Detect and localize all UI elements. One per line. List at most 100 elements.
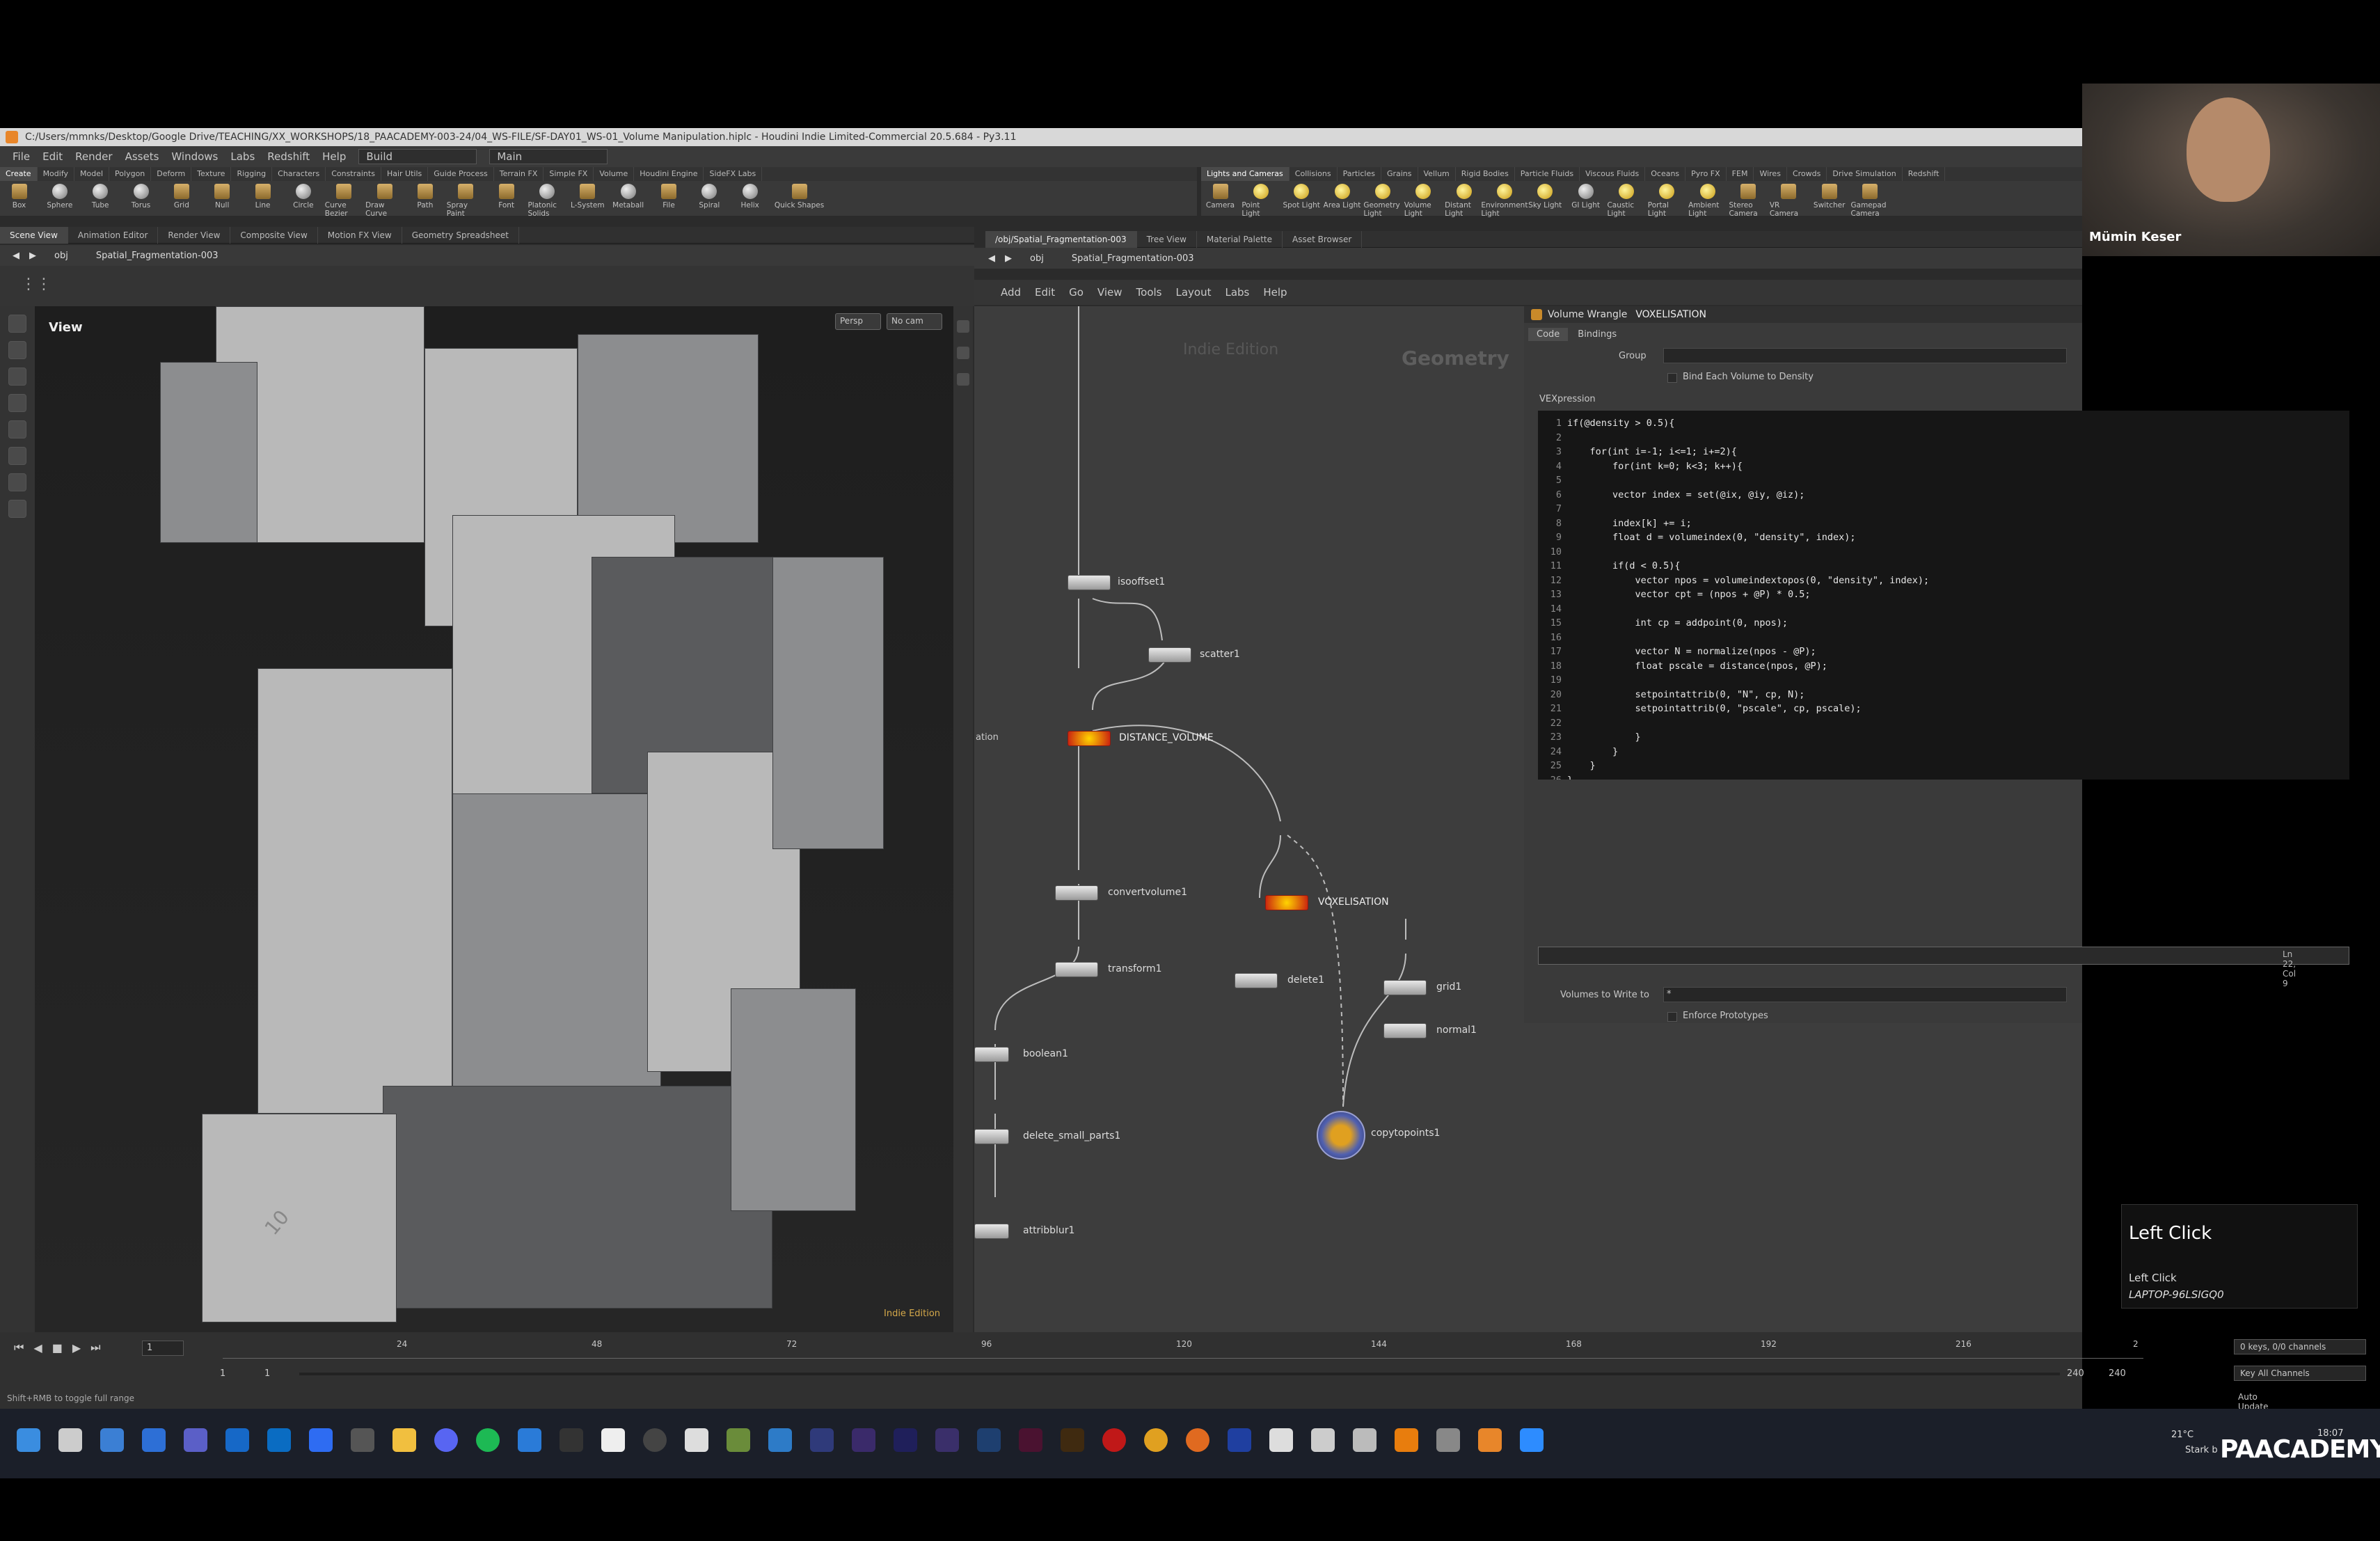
back-arrow-icon[interactable]: ◀ (988, 253, 995, 264)
net-menu-go[interactable]: Go (1069, 286, 1084, 299)
grid-menu-icon[interactable]: ⋮⋮ (21, 276, 51, 293)
node-voxelisation[interactable] (1265, 895, 1308, 910)
tool-area-light[interactable]: Area Light (1323, 181, 1361, 210)
scale-tool-icon[interactable] (8, 394, 26, 412)
range-end[interactable]: 240 (2067, 1368, 2084, 1379)
node-distance-volume[interactable] (1068, 731, 1111, 746)
premiere-icon[interactable] (935, 1428, 959, 1452)
tool-stereo-camera[interactable]: Stereo Camera (1729, 181, 1767, 218)
shelf-tab[interactable]: Rigid Bodies (1456, 167, 1515, 181)
tool-environment-light[interactable]: Environment Light (1481, 181, 1528, 218)
shading-icon[interactable] (957, 373, 969, 386)
node-transform[interactable] (1055, 962, 1098, 977)
shelf-tab[interactable]: Wires (1754, 167, 1787, 181)
key-all-channels-menu[interactable]: Key All Channels (2234, 1366, 2366, 1381)
zoom-icon[interactable] (1520, 1428, 1544, 1452)
app-icon[interactable] (601, 1428, 625, 1452)
group-field[interactable] (1663, 348, 2067, 363)
vex-code-editor[interactable]: 1 2 3 4 5 6 7 8 9 10 11 12 13 14 15 16 17 18 19 20 21 22 23 24 2… (1538, 411, 2349, 780)
shelf-tab[interactable]: Create (0, 167, 38, 181)
tab-asset-browser[interactable]: Asset Browser (1283, 230, 1363, 248)
range-start-2[interactable]: 1 (264, 1368, 270, 1379)
shelf-tab[interactable]: Lights and Cameras (1201, 167, 1290, 181)
app-icon[interactable] (643, 1428, 667, 1452)
camera-menu[interactable]: No cam (887, 313, 942, 330)
task-view-icon[interactable] (58, 1428, 82, 1452)
shelf-tab[interactable]: Polygon (109, 167, 152, 181)
tool-box[interactable]: Box (0, 181, 38, 210)
tab-tree-view[interactable]: Tree View (1137, 230, 1197, 248)
node-attribblur[interactable] (974, 1224, 1009, 1239)
network-editor[interactable]: Indie Edition Geometry ation isooffset1 … (974, 306, 1524, 1332)
chrome-icon[interactable] (1144, 1428, 1168, 1452)
tool-grid[interactable]: Grid (162, 181, 200, 210)
app-icon[interactable] (685, 1428, 708, 1452)
tool-quick-shapes[interactable]: Quick Shapes (772, 181, 827, 210)
app-icon[interactable] (727, 1428, 750, 1452)
tool-spray-paint[interactable]: Spray Paint (447, 181, 485, 218)
tool-volume-light[interactable]: Volume Light (1404, 181, 1443, 218)
path-node[interactable]: Spatial_Fragmentation-003 (96, 251, 219, 261)
shelf-tab[interactable]: Characters (272, 167, 326, 181)
volumes-to-write-field[interactable]: * (1663, 987, 2067, 1002)
tool-sky-light[interactable]: Sky Light (1526, 181, 1564, 210)
node-scatter[interactable] (1148, 647, 1191, 663)
file-explorer-icon[interactable] (392, 1428, 416, 1452)
menu-windows[interactable]: Windows (171, 150, 218, 163)
tool-path[interactable]: Path (406, 181, 444, 210)
shelf-tab[interactable]: Oceans (1645, 167, 1686, 181)
tool-torus[interactable]: Torus (122, 181, 160, 210)
menu-labs[interactable]: Labs (230, 150, 255, 163)
node-copytopoints[interactable] (1317, 1111, 1365, 1160)
after-effects-icon[interactable] (894, 1428, 917, 1452)
network-select[interactable]: Main (489, 149, 608, 164)
menu-help[interactable]: Help (322, 150, 346, 163)
tool-curve-bezier[interactable]: Curve Bezier (325, 181, 363, 218)
net-menu-edit[interactable]: Edit (1035, 286, 1055, 299)
outlook-new-icon[interactable] (267, 1428, 291, 1452)
houdini-icon[interactable] (1478, 1428, 1502, 1452)
select-tool-icon[interactable] (8, 315, 26, 333)
shelf-tab[interactable]: Collisions (1290, 167, 1338, 181)
enforce-prototypes-checkbox[interactable] (1667, 1012, 1677, 1022)
range-start[interactable]: 1 (220, 1368, 225, 1379)
tab-geometry-spreadsheet[interactable]: Geometry Spreadsheet (402, 226, 519, 244)
shelf-tab[interactable]: Viscous Fluids (1580, 167, 1646, 181)
node-normal[interactable] (1383, 1023, 1427, 1038)
shelf-tab[interactable]: Drive Simulation (1827, 167, 1903, 181)
shelf-tab[interactable]: Volume (594, 167, 635, 181)
current-frame-field[interactable]: 1 (142, 1341, 184, 1356)
first-frame-icon[interactable]: ⏮ (14, 1341, 24, 1354)
shelf-tab[interactable]: Simple FX (544, 167, 594, 181)
shelf-tab[interactable]: Terrain FX (494, 167, 544, 181)
play-icon[interactable]: ▶ (72, 1341, 81, 1354)
persp-menu[interactable]: Persp (835, 313, 881, 330)
shelf-tab[interactable]: FEM (1727, 167, 1754, 181)
spotify-icon[interactable] (476, 1428, 500, 1452)
firefox-icon[interactable] (1186, 1428, 1209, 1452)
menu-assets[interactable]: Assets (125, 150, 159, 163)
net-menu-view[interactable]: View (1097, 286, 1122, 299)
tab-motion-fx-view[interactable]: Motion FX View (318, 226, 402, 244)
menu-edit[interactable]: Edit (42, 150, 63, 163)
tab-material-palette[interactable]: Material Palette (1197, 230, 1283, 248)
view-tool-icon[interactable] (8, 473, 26, 491)
menu-file[interactable]: File (13, 150, 30, 163)
tool-camera[interactable]: Camera (1201, 181, 1239, 210)
blender-icon[interactable] (1395, 1428, 1418, 1452)
shelf-tab[interactable]: Particles (1338, 167, 1381, 181)
shelf-tab[interactable]: Model (74, 167, 110, 181)
menu-redshift[interactable]: Redshift (267, 150, 310, 163)
shelf-tab[interactable]: Deform (151, 167, 192, 181)
move-tool-icon[interactable] (8, 341, 26, 359)
discord-icon[interactable] (434, 1428, 458, 1452)
tab-bindings[interactable]: Bindings (1569, 328, 1625, 341)
tool-switcher[interactable]: Switcher (1810, 181, 1848, 210)
indesign-icon[interactable] (1019, 1428, 1042, 1452)
tool-draw-curve[interactable]: Draw Curve (365, 181, 404, 218)
app-icon[interactable] (351, 1428, 374, 1452)
step-back-icon[interactable]: ◀ (33, 1341, 42, 1354)
net-menu-tools[interactable]: Tools (1136, 286, 1162, 299)
tab-render-view[interactable]: Render View (158, 226, 231, 244)
node-boolean[interactable] (974, 1047, 1009, 1062)
